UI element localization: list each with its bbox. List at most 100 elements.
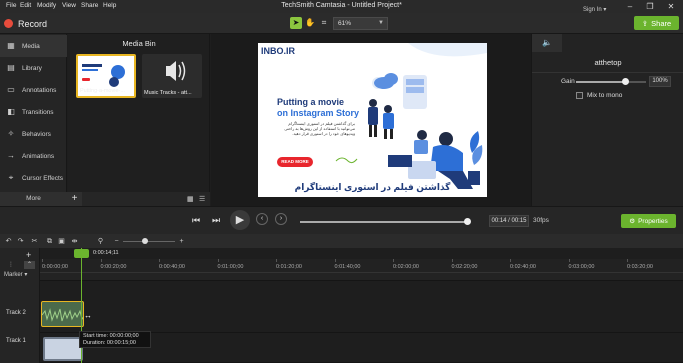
playback-scrubber[interactable] xyxy=(300,218,471,225)
track-1-label: Track 1 xyxy=(6,338,26,344)
more-button[interactable]: More xyxy=(0,192,67,206)
track-options-icon[interactable]: ⋮ xyxy=(8,261,14,268)
pan-tool-icon[interactable]: ✋ xyxy=(304,17,316,29)
add-media-button[interactable]: + xyxy=(67,192,82,206)
properties-panel: 🔈 atthetop Gain 100% Mix to mono xyxy=(531,34,683,206)
crop-tool-icon[interactable]: ⌗ xyxy=(318,17,330,29)
menu-modify[interactable]: Modify xyxy=(37,2,56,9)
menu-file[interactable]: File xyxy=(6,2,16,9)
close-icon[interactable]: ✕ xyxy=(663,1,679,12)
ruler-tick xyxy=(217,259,219,262)
next-marker-icon[interactable]: › xyxy=(275,213,287,225)
gain-slider-knob[interactable] xyxy=(622,78,629,85)
collapse-icon[interactable]: ⌃ xyxy=(24,261,35,269)
sidebar-item-behaviors[interactable]: ✧ Behaviors xyxy=(0,123,67,145)
ruler-tick-label: 0:02:20;00 xyxy=(451,264,478,270)
redo-icon[interactable]: ↷ xyxy=(16,237,25,246)
minimize-icon[interactable]: – xyxy=(622,1,638,12)
sidebar-item-library[interactable]: ▤ Library xyxy=(0,57,67,79)
sidebar-item-label: Behaviors xyxy=(22,130,51,138)
track-2-lane[interactable] xyxy=(40,281,683,333)
move-cursor-icon: ↔ xyxy=(84,311,92,320)
sidebar-item-cursor-effects[interactable]: ⌖ Cursor Effects xyxy=(0,167,67,189)
sidebar-item-animations[interactable]: → Animations xyxy=(0,145,67,167)
sidebar-item-media[interactable]: ▦ Media xyxy=(0,35,67,57)
gain-value-field[interactable]: 100% xyxy=(649,76,671,87)
menu-help[interactable]: Help xyxy=(103,2,116,9)
zoom-out-icon[interactable]: − xyxy=(112,237,121,246)
time-display: 00:14 / 00:15 xyxy=(489,215,529,227)
list-view-icon[interactable]: ☰ xyxy=(199,195,205,203)
ruler-tick xyxy=(627,259,628,262)
menu-view[interactable]: View xyxy=(62,2,76,9)
marker-lane xyxy=(40,273,683,281)
tools-sidebar: ▦ Media ▤ Library ▭ Annotations ◧ Transi… xyxy=(0,34,67,206)
zoom-select[interactable]: 61% ▼ xyxy=(333,17,388,30)
clip-tooltip: Start time: 00:00:00;00 Duration: 00:00:… xyxy=(79,331,151,348)
properties-title: atthetop xyxy=(594,58,622,67)
marker-track[interactable]: Marker ▾ xyxy=(0,271,40,280)
ruler-tick xyxy=(451,259,453,262)
track-headers: + ⋮ ⌃ Marker ▾ Track 2 Track 1 xyxy=(0,248,40,363)
record-button[interactable]: Record xyxy=(4,16,47,31)
sign-in-menu[interactable]: Sign In ▾ xyxy=(583,6,606,13)
sidebar-item-label: Cursor Effects xyxy=(22,174,64,182)
step-back-icon[interactable]: ⏮ xyxy=(192,215,200,226)
ruler-tick-label: 0:00:00;00 xyxy=(42,264,68,270)
properties-button[interactable]: ⚙ Properties xyxy=(621,214,676,228)
add-track-icon[interactable]: + xyxy=(26,250,31,260)
sidebar-item-transitions[interactable]: ◧ Transitions xyxy=(0,101,67,123)
properties-label: Properties xyxy=(638,217,668,225)
undo-icon[interactable]: ↶ xyxy=(4,237,13,246)
previous-marker-icon[interactable]: ‹ xyxy=(256,213,268,225)
copy-icon[interactable]: ⧉ xyxy=(45,237,54,246)
share-button[interactable]: ⇪ Share xyxy=(634,16,679,30)
select-tool-icon[interactable]: ➤ xyxy=(290,17,302,29)
ruler-tick xyxy=(568,259,570,262)
duration-label: Duration: xyxy=(83,340,106,346)
gain-slider-fill xyxy=(576,81,625,83)
start-time-value: 00:00:00;00 xyxy=(109,333,139,339)
zoom-in-icon[interactable]: + xyxy=(177,237,186,246)
media-bin-title: Media Bin xyxy=(122,39,156,48)
scrubber-knob[interactable] xyxy=(463,218,471,225)
record-dot-icon xyxy=(4,19,13,28)
split-icon[interactable]: ⇹ xyxy=(70,237,79,246)
scrubber-fill xyxy=(300,221,467,223)
image-clip[interactable] xyxy=(43,337,83,361)
play-button[interactable]: ▶ xyxy=(230,210,250,230)
grid-view-icon[interactable]: ▦ xyxy=(187,195,194,203)
media-item-image[interactable]: Putting-a-movie-... xyxy=(76,54,136,98)
gain-slider[interactable] xyxy=(576,78,646,85)
timeline-zoom-knob[interactable] xyxy=(142,238,148,244)
ruler-tick xyxy=(100,259,102,262)
media-item-audio[interactable]: Music Tracks - att... xyxy=(142,54,202,98)
record-label: Record xyxy=(18,18,48,29)
timeline-tracks xyxy=(40,273,683,363)
speaker-icon xyxy=(166,61,186,81)
ruler-tick-label: 0:02:00;00 xyxy=(393,264,419,270)
gear-icon: ⚙ xyxy=(629,218,636,225)
sidebar-item-annotations[interactable]: ▭ Annotations xyxy=(0,79,67,101)
menu-share[interactable]: Share xyxy=(81,2,98,9)
zoom-icon[interactable]: ⚲ xyxy=(96,237,105,246)
maximize-icon[interactable]: ❐ xyxy=(642,1,658,12)
timeline-zoom-slider[interactable] xyxy=(123,238,175,244)
mix-to-mono-checkbox[interactable] xyxy=(576,92,583,99)
cut-icon[interactable]: ✂ xyxy=(30,237,39,246)
ruler-tick-label: 0:03:00;00 xyxy=(568,264,595,270)
audio-tab-icon[interactable]: 🔈 xyxy=(532,34,562,52)
audio-clip[interactable] xyxy=(41,301,84,327)
step-forward-icon[interactable]: ⏭ xyxy=(212,215,220,226)
timeline-ruler[interactable]: 0:00:00;00 0:00:20;00 0:00:40;00 0:01:00;00… xyxy=(40,259,683,273)
sidebar-item-label: Transitions xyxy=(22,108,54,116)
paste-icon[interactable]: ▣ xyxy=(57,237,66,246)
share-label: Share xyxy=(651,18,672,28)
gain-label: Gain xyxy=(561,78,575,85)
preview-canvas[interactable]: INBO.IR Putting a movie on Instagram Sto… xyxy=(258,43,487,197)
media-icon: ▦ xyxy=(7,41,15,50)
menu-edit[interactable]: Edit xyxy=(20,2,31,9)
media-item-label: Putting-a-movie-... xyxy=(80,88,125,94)
sidebar-item-label: Library xyxy=(22,64,42,72)
read-more-button: READ MORE xyxy=(281,159,309,164)
